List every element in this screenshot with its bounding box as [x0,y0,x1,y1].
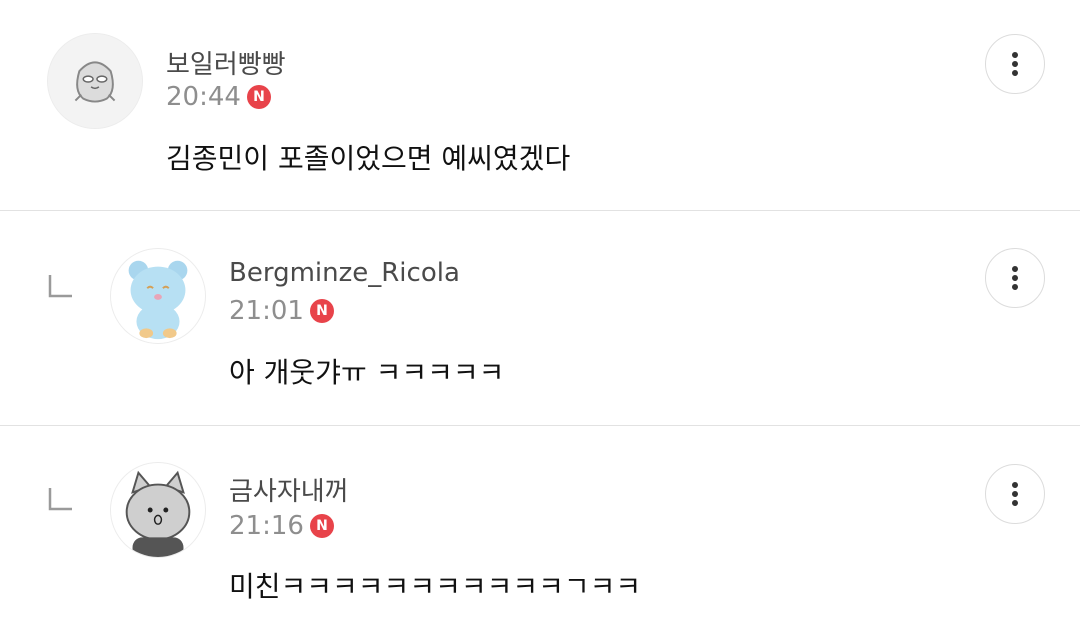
more-options-button[interactable] [985,34,1045,94]
reply-item: 금사자내꺼 21:16 N 미친ㅋㅋㅋㅋㅋㅋㅋㅋㅋㅋㅋㄱㅋㅋ [0,426,1080,634]
avatar[interactable] [110,248,206,344]
comment-text: 아 개웃갸ㅠ ㅋㅋㅋㅋㅋ [229,356,505,389]
new-badge: N [246,85,271,109]
more-options-button[interactable] [985,464,1045,524]
comment-meta: 21:01 N [229,295,334,327]
gray-cat-icon [111,463,205,557]
comment-time: 21:16 [229,511,304,541]
comment-author[interactable]: 보일러빵빵 [166,44,286,81]
comment-meta: 20:44 N [166,81,271,113]
new-badge: N [309,514,334,538]
blue-plush-bear-icon [111,249,205,343]
avatar[interactable] [110,462,206,558]
more-vertical-icon [1012,482,1018,506]
reply-item: Bergminze_Ricola 21:01 N 아 개웃갸ㅠ ㅋㅋㅋㅋㅋ [0,211,1080,425]
more-vertical-icon [1012,52,1018,76]
comment-item: 보일러빵빵 20:44 N 김종민이 포졸이었으면 예씨였겠다 [0,0,1080,210]
comment-meta: 21:16 N [229,510,334,542]
comment-author[interactable]: Bergminze_Ricola [229,258,460,288]
comment-text: 미친ㅋㅋㅋㅋㅋㅋㅋㅋㅋㅋㅋㄱㅋㅋ [229,570,642,603]
comment-author[interactable]: 금사자내꺼 [229,471,349,508]
reply-arrow-icon [48,488,72,511]
avatar[interactable] [47,33,143,129]
more-vertical-icon [1012,266,1018,290]
new-badge: N [309,299,334,323]
reply-arrow-icon [48,275,72,298]
comment-time: 21:01 [229,296,304,326]
comment-text: 김종민이 포졸이었으면 예씨였겠다 [166,142,571,175]
cartoon-character-icon [48,34,142,128]
comment-time: 20:44 [166,82,241,112]
more-options-button[interactable] [985,248,1045,308]
